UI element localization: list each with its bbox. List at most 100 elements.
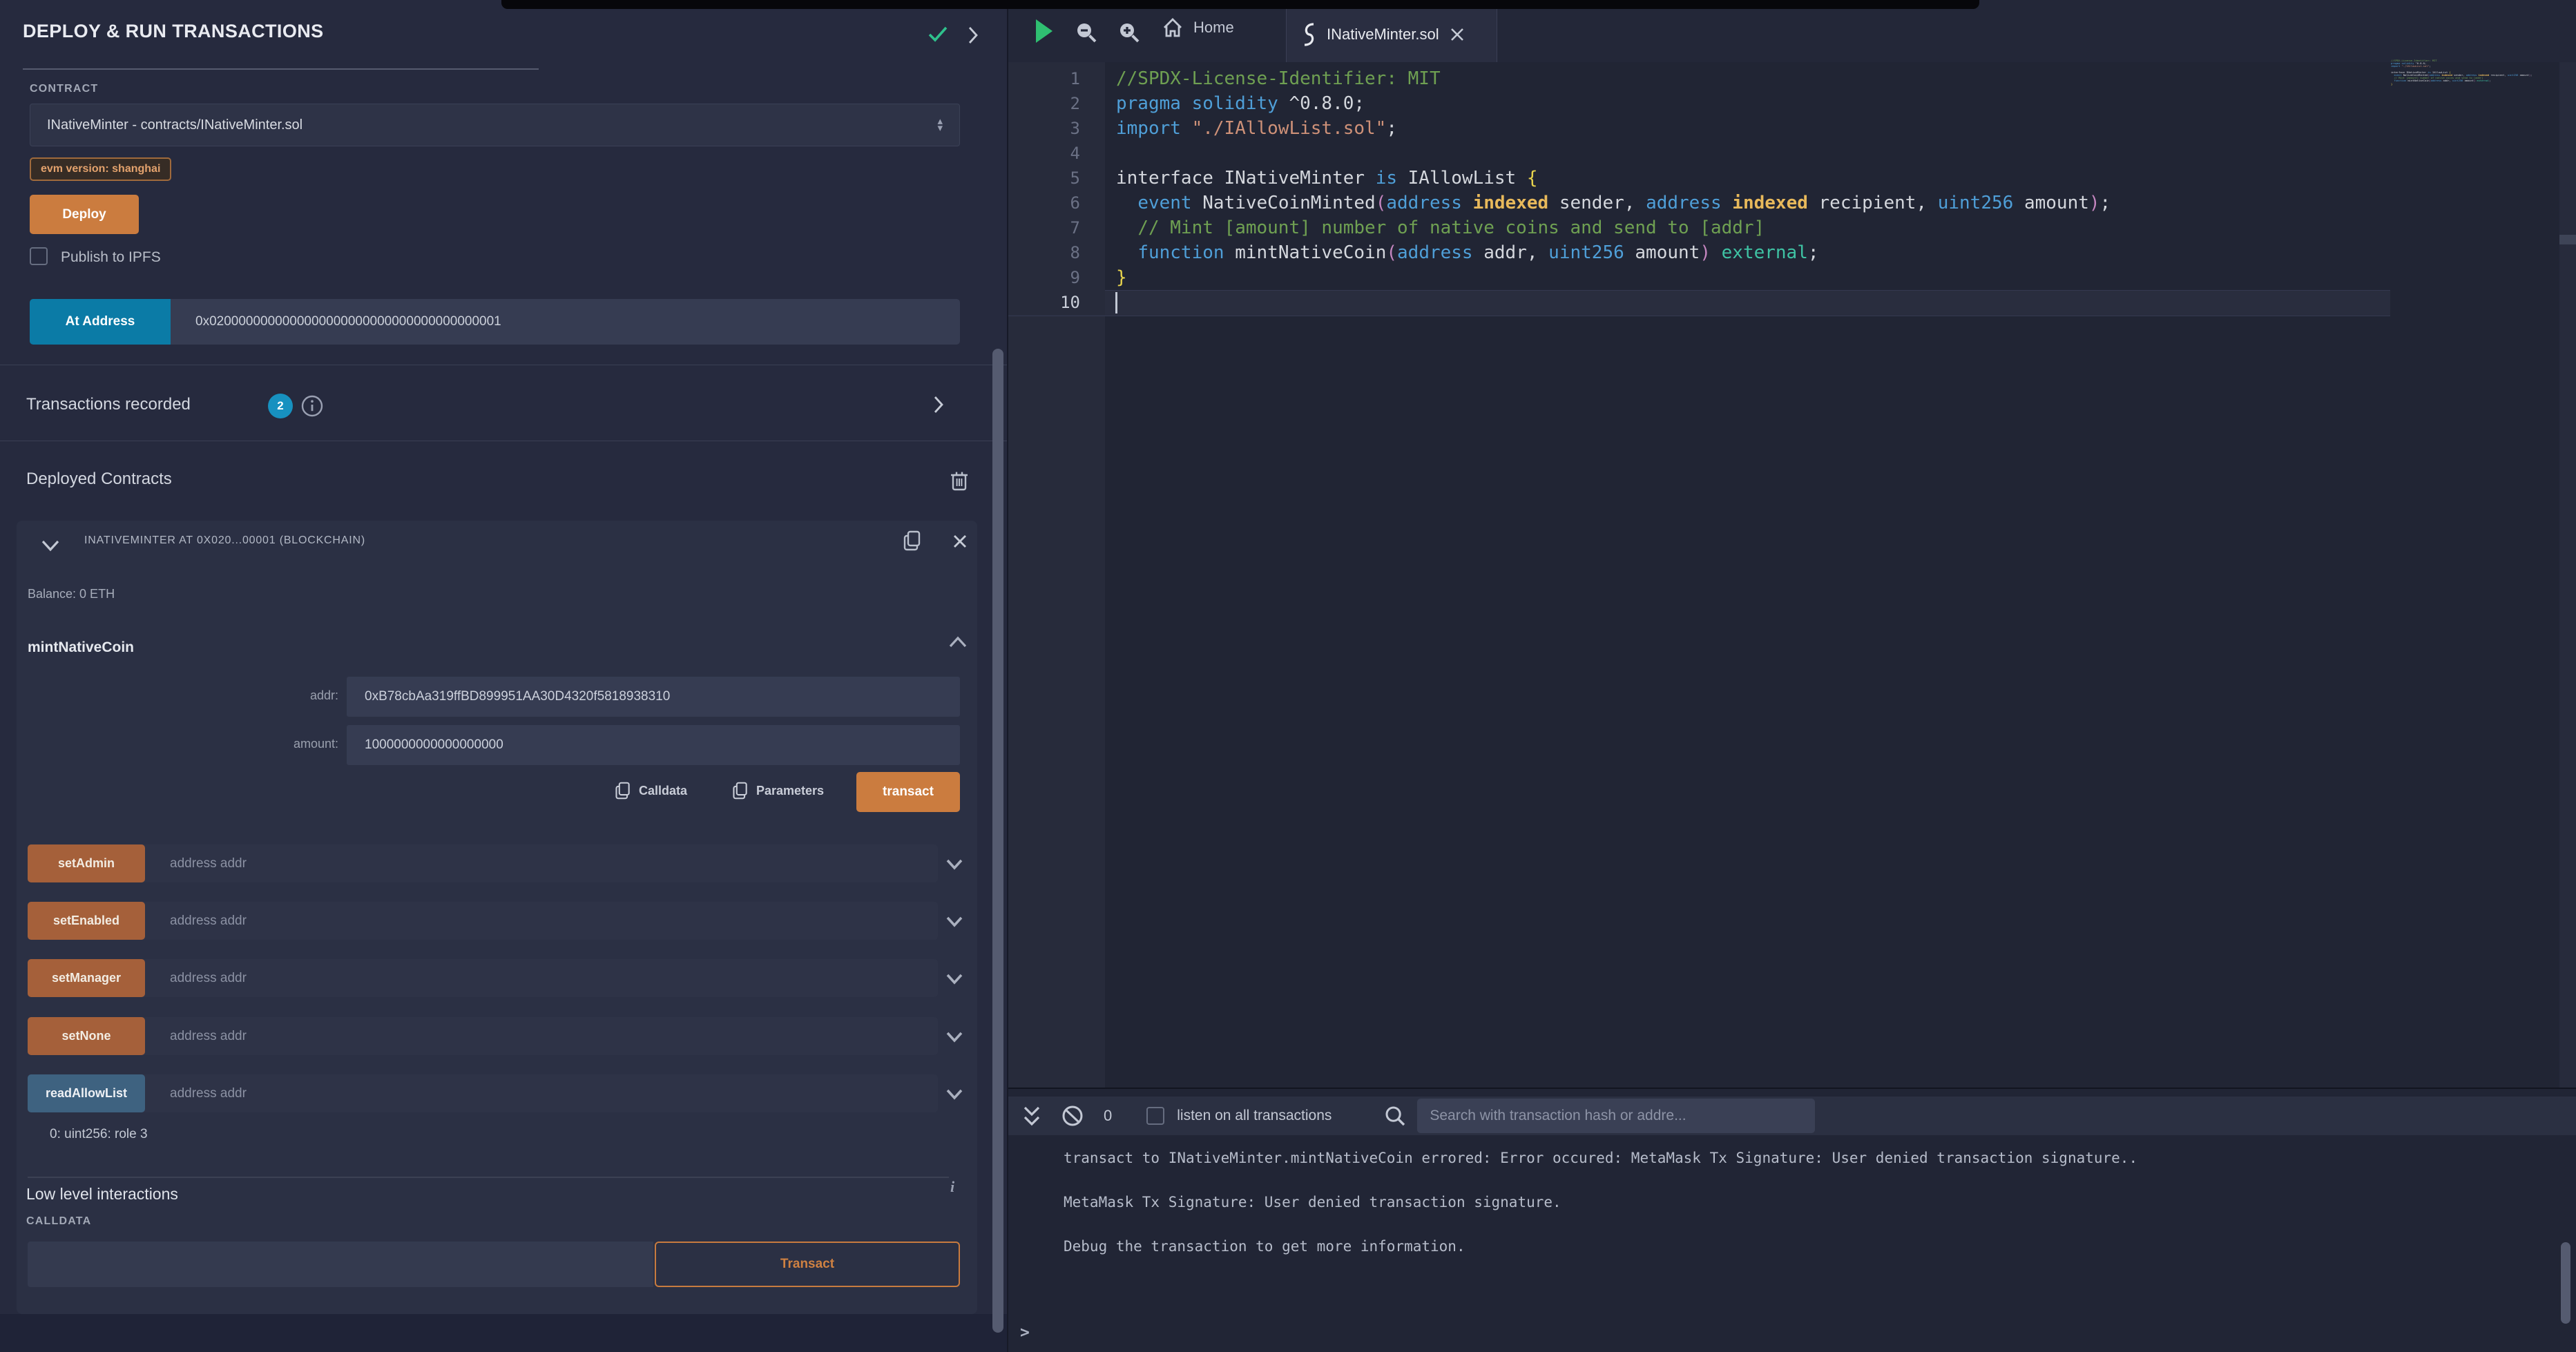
at-address-input[interactable] bbox=[171, 299, 960, 345]
instance-title: INATIVEMINTER AT 0X020...00001 (BLOCKCHA… bbox=[84, 534, 365, 547]
addr-field-input[interactable] bbox=[347, 677, 960, 717]
double-chevron-down-icon[interactable] bbox=[1021, 1103, 1043, 1128]
top-black-strip bbox=[501, 0, 1979, 9]
readallowlist-button[interactable]: readAllowList bbox=[28, 1074, 145, 1112]
setadmin-arg-input[interactable] bbox=[145, 844, 938, 882]
low-level-info-icon[interactable]: i bbox=[950, 1178, 954, 1196]
setnone-arg-input[interactable] bbox=[145, 1017, 938, 1055]
copy-parameters-action[interactable]: Parameters bbox=[731, 780, 824, 801]
terminal-toolbar: 0 listen on all transactions bbox=[1008, 1097, 2576, 1135]
readallowlist-output: 0: uint256: role 3 bbox=[50, 1127, 148, 1142]
publish-ipfs-checkbox[interactable] bbox=[30, 247, 48, 265]
contract-selected-value: INativeMinter - contracts/INativeMinter.… bbox=[47, 117, 302, 133]
transactions-expand-chevron-icon[interactable] bbox=[931, 394, 946, 416]
remove-instance-close-icon[interactable] bbox=[952, 533, 968, 550]
tab-inativeminter-label: INativeMinter.sol bbox=[1327, 26, 1439, 44]
tab-inativeminter[interactable]: INativeMinter.sol bbox=[1286, 6, 1497, 62]
terminal: 0 listen on all transactions transact to… bbox=[1008, 1088, 2576, 1352]
tab-close-icon[interactable] bbox=[1449, 26, 1465, 43]
terminal-message: transact to INativeMinter.mintNativeCoin… bbox=[1064, 1150, 2137, 1166]
amount-field-input[interactable] bbox=[347, 725, 960, 765]
zoom-in-icon[interactable] bbox=[1117, 21, 1141, 44]
amount-field-label: amount: bbox=[196, 737, 338, 751]
setmanager-expand-chevron-icon[interactable] bbox=[945, 973, 964, 985]
setmanager-arg-input[interactable] bbox=[145, 959, 938, 997]
setenabled-arg-input[interactable] bbox=[145, 902, 938, 940]
instance-balance: Balance: 0 ETH bbox=[28, 587, 115, 601]
deployed-contracts-label: Deployed Contracts bbox=[26, 470, 172, 489]
low-level-title: Low level interactions bbox=[26, 1185, 178, 1204]
listen-all-checkbox[interactable] bbox=[1146, 1107, 1164, 1125]
setnone-expand-chevron-icon[interactable] bbox=[945, 1031, 964, 1043]
instance-collapse-chevron-icon[interactable] bbox=[40, 539, 61, 552]
transact-button[interactable]: transact bbox=[856, 772, 960, 812]
transactions-count-badge[interactable]: 2 bbox=[268, 394, 293, 418]
info-icon[interactable] bbox=[301, 395, 323, 417]
tab-home-label: Home bbox=[1193, 19, 1234, 37]
remix-ide-window: DEPLOY & RUN TRANSACTIONS CONTRACT INati… bbox=[0, 0, 2576, 1352]
pending-tx-count: 0 bbox=[1104, 1107, 1112, 1125]
code-editor: Home INativeMinter.sol 12345678910 //SPD… bbox=[1008, 0, 2576, 1088]
copy-calldata-action[interactable]: Calldata bbox=[614, 780, 687, 801]
select-stepper-icon: ▴▾ bbox=[937, 118, 943, 132]
panel-title: DEPLOY & RUN TRANSACTIONS bbox=[23, 21, 324, 42]
setadmin-button[interactable]: setAdmin bbox=[28, 844, 145, 882]
low-level-divider bbox=[28, 1177, 949, 1178]
setenabled-button[interactable]: setEnabled bbox=[28, 902, 145, 940]
terminal-search-input[interactable] bbox=[1417, 1099, 1815, 1133]
setenabled-expand-chevron-icon[interactable] bbox=[945, 916, 964, 928]
evm-version-badge: evm version: shanghai bbox=[30, 157, 171, 181]
publish-ipfs-label: Publish to IPFS bbox=[61, 249, 161, 266]
editor-scrollbar-handle[interactable] bbox=[2559, 235, 2576, 244]
editor-scrollbar-lane[interactable] bbox=[2559, 62, 2576, 1088]
low-level-calldata-label: CALLDATA bbox=[26, 1215, 91, 1228]
panel-collapse-chevron-icon[interactable] bbox=[965, 25, 981, 46]
solidity-file-icon bbox=[1299, 21, 1317, 48]
clear-block-icon[interactable] bbox=[1061, 1104, 1084, 1128]
zoom-out-icon[interactable] bbox=[1075, 21, 1098, 44]
readallowlist-expand-chevron-icon[interactable] bbox=[945, 1088, 964, 1101]
function-row-readallowlist: readAllowList bbox=[28, 1074, 938, 1112]
search-icon bbox=[1384, 1105, 1406, 1127]
function-row-setenabled: setEnabled bbox=[28, 902, 938, 940]
contract-select[interactable]: INativeMinter - contracts/INativeMinter.… bbox=[30, 104, 960, 146]
tab-home[interactable]: Home bbox=[1162, 17, 1234, 39]
home-icon bbox=[1162, 17, 1184, 39]
setadmin-expand-chevron-icon[interactable] bbox=[945, 858, 964, 871]
parameters-action-label: Parameters bbox=[756, 784, 824, 798]
title-underline bbox=[23, 68, 539, 70]
text-cursor bbox=[1115, 292, 1117, 313]
panel-scrollbar[interactable] bbox=[992, 349, 1003, 1333]
terminal-message: MetaMask Tx Signature: User denied trans… bbox=[1064, 1194, 1561, 1210]
editor-tabbar: Home INativeMinter.sol bbox=[1008, 0, 2576, 62]
open-function-name: mintNativeCoin bbox=[28, 639, 134, 656]
low-level-calldata-input[interactable] bbox=[28, 1242, 653, 1287]
compile-success-check-icon bbox=[925, 23, 950, 46]
trash-icon[interactable] bbox=[949, 468, 970, 492]
function-collapse-chevron-up-icon[interactable] bbox=[948, 635, 968, 649]
deploy-button[interactable]: Deploy bbox=[30, 195, 139, 234]
addr-field-label: addr: bbox=[196, 688, 338, 703]
setmanager-button[interactable]: setManager bbox=[28, 959, 145, 997]
deployed-contract-card: INATIVEMINTER AT 0X020...00001 (BLOCKCHA… bbox=[17, 521, 977, 1314]
line-numbers[interactable]: 12345678910 bbox=[1008, 66, 1105, 315]
copy-icon bbox=[614, 780, 632, 801]
copy-icon bbox=[731, 780, 749, 801]
terminal-message: Debug the transaction to get more inform… bbox=[1064, 1238, 1465, 1255]
minimap[interactable]: //SPDX-License-Identifier: MITpragma sol… bbox=[2391, 59, 2557, 88]
at-address-button[interactable]: At Address bbox=[30, 299, 171, 345]
calldata-action-label: Calldata bbox=[639, 784, 687, 798]
function-row-setmanager: setManager bbox=[28, 959, 938, 997]
panel-bottom-strip bbox=[0, 1314, 1007, 1352]
run-script-play-icon[interactable] bbox=[1033, 18, 1054, 44]
setnone-button[interactable]: setNone bbox=[28, 1017, 145, 1055]
deploy-run-panel: DEPLOY & RUN TRANSACTIONS CONTRACT INati… bbox=[0, 0, 1007, 1352]
readallowlist-arg-input[interactable] bbox=[145, 1074, 938, 1112]
code-area[interactable]: //SPDX-License-Identifier: MITpragma sol… bbox=[1116, 66, 2111, 315]
terminal-prompt[interactable]: > bbox=[1020, 1324, 1030, 1342]
low-level-transact-button[interactable]: Transact bbox=[655, 1242, 960, 1287]
function-row-setadmin: setAdmin bbox=[28, 844, 938, 882]
copy-address-icon[interactable] bbox=[902, 529, 923, 552]
terminal-scrollbar[interactable] bbox=[2561, 1242, 2570, 1324]
function-row-setnone: setNone bbox=[28, 1017, 938, 1055]
